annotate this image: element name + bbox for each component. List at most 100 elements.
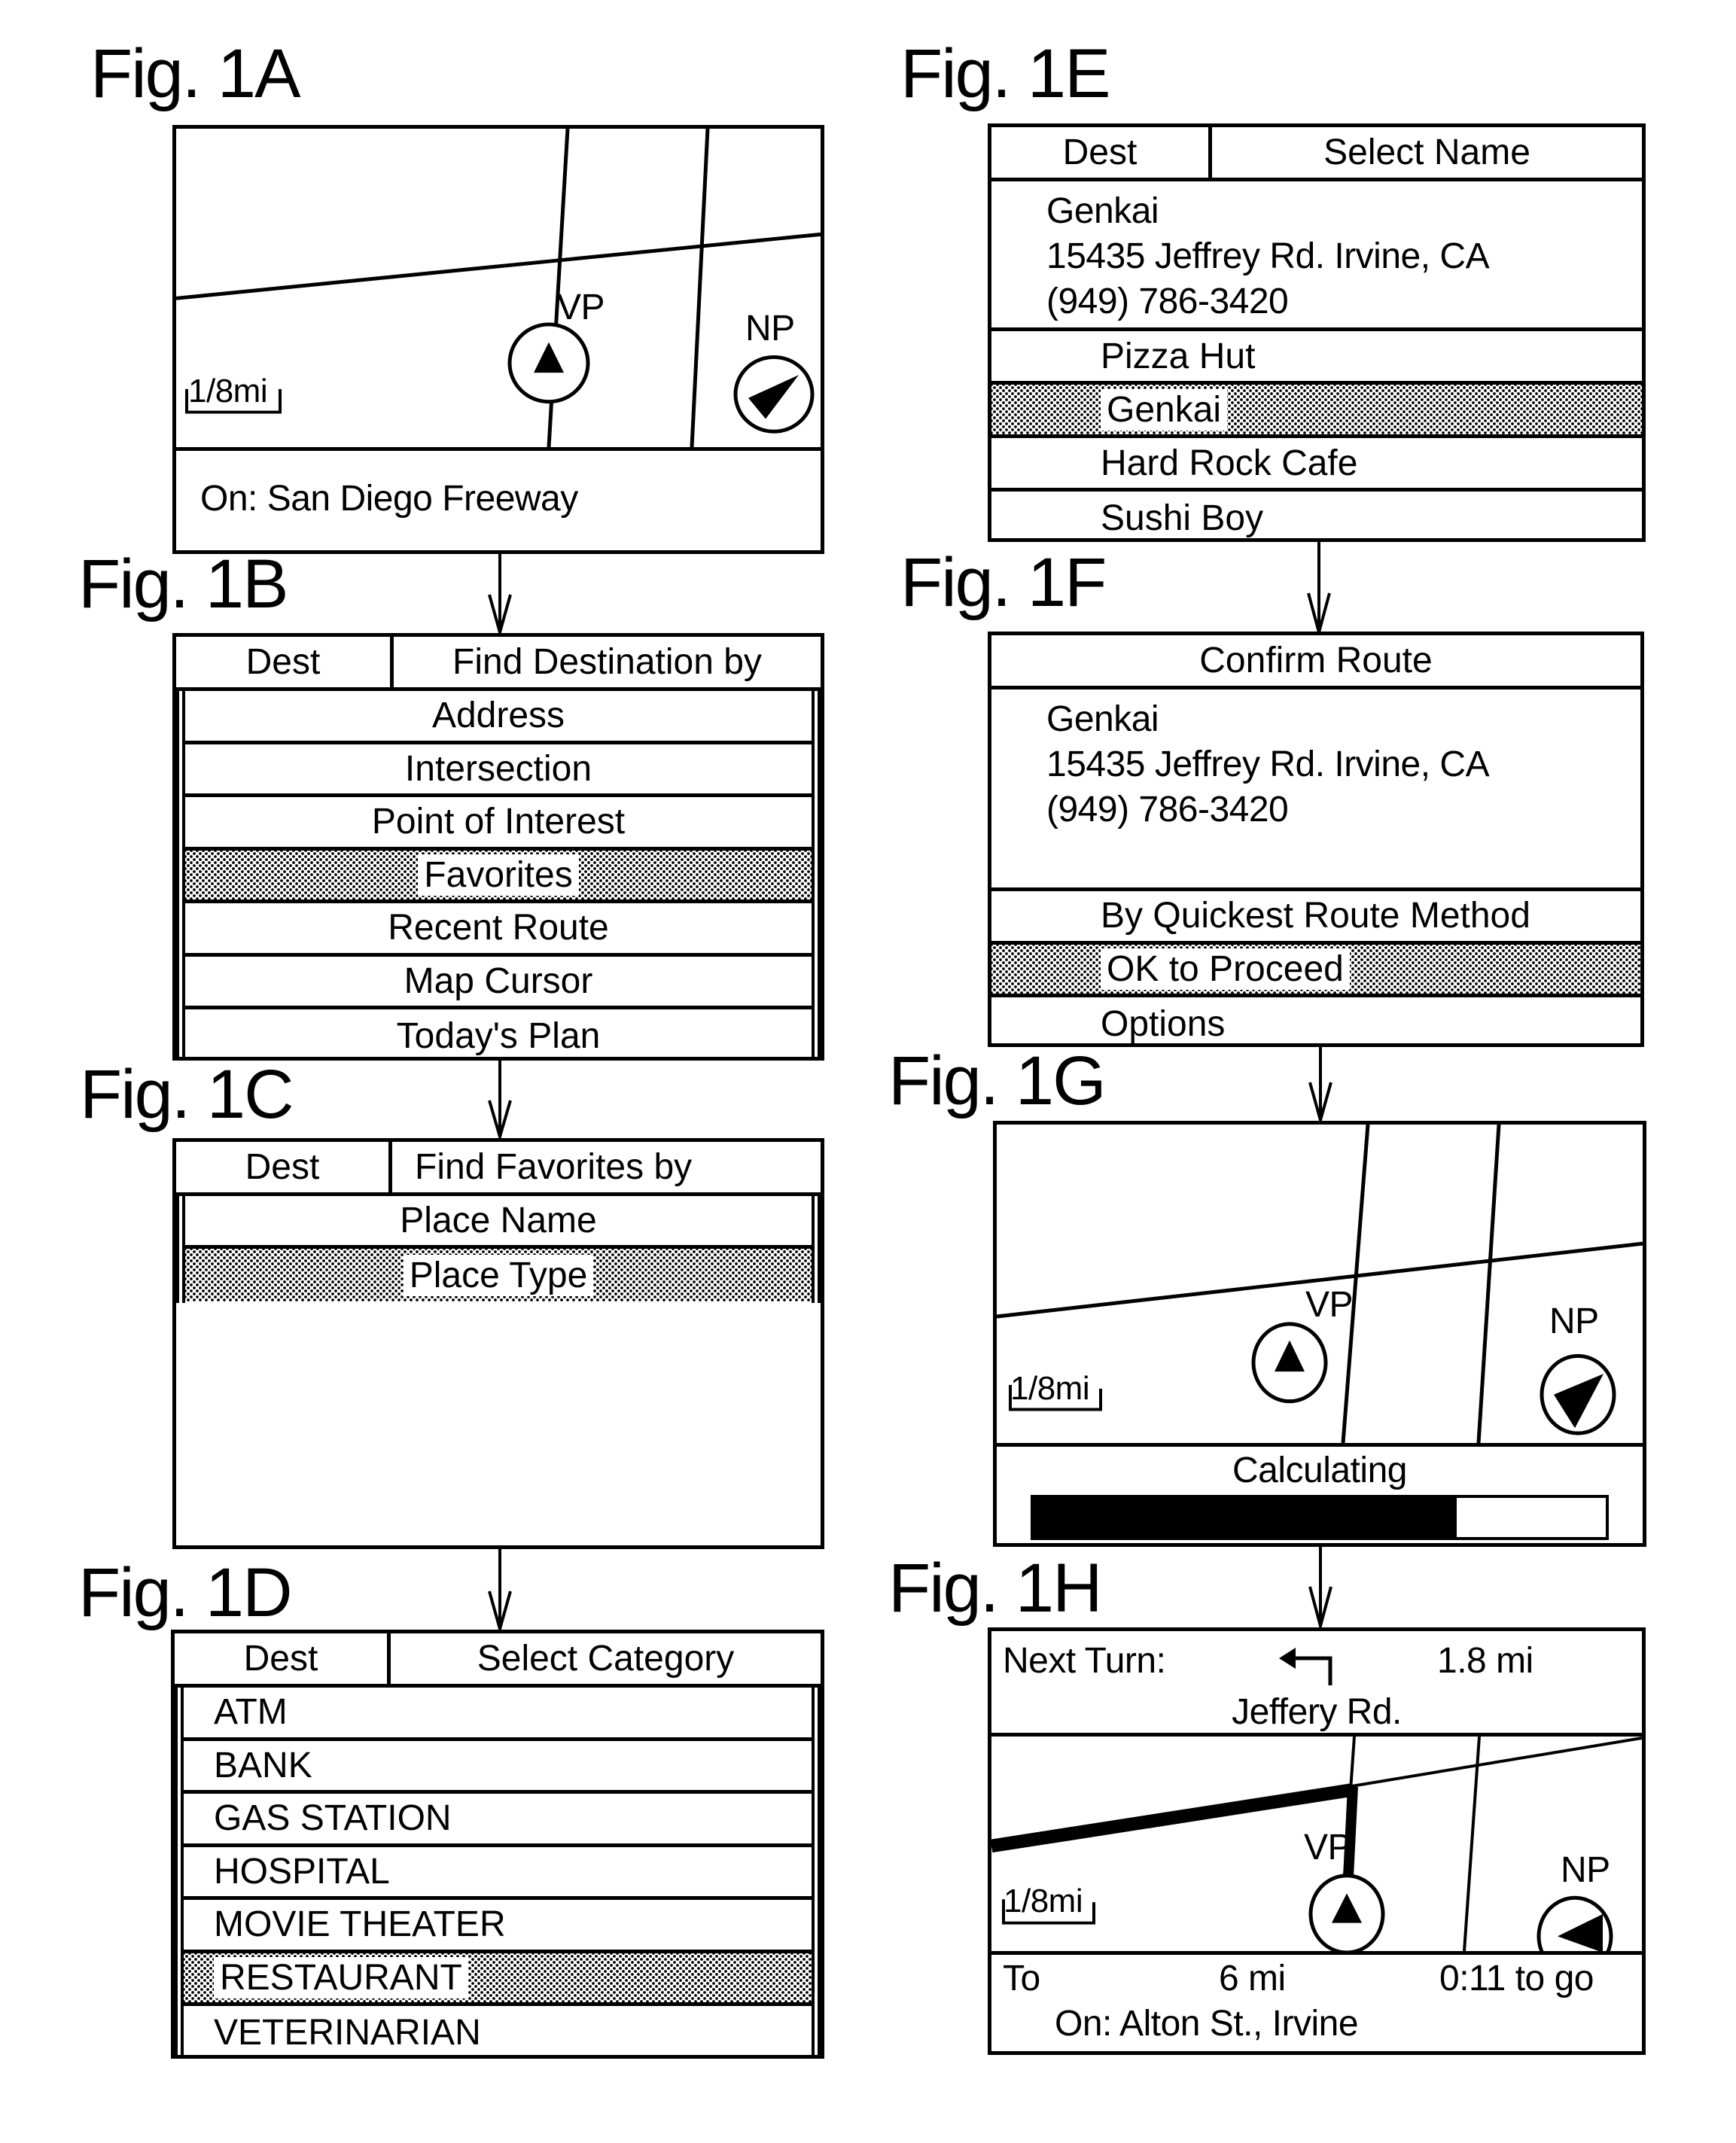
menu-item[interactable]: BANK — [184, 1741, 812, 1794]
menu-item[interactable]: RESTAURANT — [184, 1953, 812, 2006]
menu-item[interactable]: VETERINARIAN — [184, 2006, 812, 2059]
screen-title: Find Destination by — [452, 642, 762, 682]
north-pointer-label: NP — [1561, 1850, 1610, 1890]
destination-name: Genkai — [1046, 699, 1159, 739]
next-turn-street: Jeffery Rd. — [1232, 1692, 1402, 1732]
menu-item[interactable]: Intersection — [185, 744, 812, 797]
menu-item[interactable]: Point of Interest — [185, 797, 812, 851]
north-pointer-label: NP — [745, 309, 795, 349]
route-progress-bar — [1031, 1495, 1609, 1540]
figure-label-1h: Fig. 1H — [888, 1550, 1103, 1627]
menu-item-label: Pizza Hut — [1101, 336, 1256, 376]
menu-item[interactable]: Map Cursor — [185, 957, 812, 1009]
menu-item[interactable]: Today's Plan — [185, 1009, 812, 1063]
menu-item[interactable]: ATM — [184, 1688, 812, 1741]
fig1g-calculating-screen: VP NP 1/8mi Calculating — [993, 1121, 1646, 1547]
confirm-options-list: By Quickest Route Method OK to Proceed Opt… — [991, 891, 1640, 1044]
menu-item[interactable]: Place Type — [185, 1249, 812, 1301]
route-progress-fill — [1034, 1498, 1457, 1537]
fig1e-select-name-screen: Dest Select Name Genkai 15435 Jeffrey Rd… — [988, 123, 1646, 542]
menu-item-label: Intersection — [404, 748, 592, 789]
category-list: ATM BANK GAS STATION HOSPITAL MOVIE THEATER R… — [175, 1688, 821, 2055]
menu-item-label: OK to Proceed — [1101, 948, 1350, 990]
fig1h-guidance-screen: Next Turn: 1.8 mi Jeffery Rd. VP NP 1/8m… — [988, 1627, 1646, 2055]
menu-item-label: Map Cursor — [404, 960, 593, 1001]
menu-item[interactable]: Genkai — [991, 385, 1642, 438]
road-vertical — [690, 129, 710, 447]
next-turn-label: Next Turn: — [1003, 1641, 1166, 1681]
fig1a-map-screen: VP NP 1/8mi On: San Diego Freeway — [172, 125, 824, 554]
turn-left-arrow-icon — [1279, 1648, 1332, 1685]
menu-item[interactable]: Pizza Hut — [991, 331, 1642, 385]
poi-phone: (949) 786-3420 — [1046, 282, 1289, 321]
calculating-status: Calculating — [1232, 1450, 1407, 1490]
next-turn-distance: 1.8 mi — [1437, 1641, 1533, 1681]
menu-item-label: Place Name — [400, 1201, 597, 1240]
poi-detail: Genkai 15435 Jeffrey Rd. Irvine, CA (949… — [991, 181, 1642, 331]
north-pointer-label: NP — [1549, 1301, 1599, 1341]
figure-label-1f: Fig. 1F — [900, 544, 1107, 621]
next-turn-panel: Next Turn: 1.8 mi Jeffery Rd. — [991, 1631, 1642, 1737]
menu-item-label: VETERINARIAN — [214, 2012, 481, 2053]
menu-item[interactable]: OK to Proceed — [991, 944, 1640, 997]
flow-arrow — [1308, 1546, 1332, 1629]
name-list: Pizza Hut Genkai Hard Rock Cafe Sushi Boy — [991, 331, 1642, 538]
vehicle-position-label: VP — [557, 288, 605, 327]
menu-item[interactable]: GAS STATION — [184, 1794, 812, 1847]
dest-tab[interactable]: Dest — [991, 127, 1212, 178]
fig1c-menu-screen: Dest Find Favorites by Place Name Place T… — [172, 1138, 824, 1549]
map-view[interactable]: VP NP 1/8mi — [991, 1737, 1642, 1955]
figure-label-1g: Fig. 1G — [888, 1043, 1107, 1119]
road-vertical — [1463, 1737, 1481, 1951]
vehicle-position-label: VP — [1304, 1828, 1352, 1868]
destination-address: 15435 Jeffrey Rd. Irvine, CA — [1046, 744, 1490, 784]
figure-label-1e: Fig. 1E — [900, 35, 1110, 112]
menu-item-label: Today's Plan — [396, 1015, 601, 1056]
dest-tab[interactable]: Dest — [176, 1142, 392, 1192]
map-scale-label: 1/8mi — [188, 373, 268, 409]
figure-label-1b: Fig. 1B — [78, 546, 288, 623]
menu-item-label: Sushi Boy — [1101, 498, 1264, 538]
dest-tab[interactable]: Dest — [176, 637, 394, 687]
menu-item-label: ATM — [214, 1692, 288, 1733]
menu-item[interactable]: HOSPITAL — [184, 1847, 812, 1900]
find-favorites-list: Place Name Place Type — [176, 1196, 821, 1303]
map-view[interactable]: VP NP 1/8mi — [176, 129, 821, 451]
menu-item-label: Hard Rock Cafe — [1101, 443, 1358, 483]
road-horizontal — [176, 232, 821, 300]
road-vertical — [1476, 1125, 1501, 1443]
menu-item[interactable]: Hard Rock Cafe — [991, 438, 1642, 492]
menu-item[interactable]: Address — [185, 691, 812, 744]
flow-arrow — [488, 1548, 512, 1632]
menu-item[interactable]: Favorites — [185, 850, 812, 903]
menu-item[interactable]: By Quickest Route Method — [991, 891, 1640, 945]
menu-item-label: Options — [1101, 1003, 1226, 1044]
menu-item-label: BANK — [214, 1745, 312, 1785]
menu-item[interactable]: MOVIE THEATER — [184, 1900, 812, 1953]
find-destination-list: Address Intersection Point of Interest Favo… — [176, 691, 821, 1057]
fig1f-confirm-route-screen: Confirm Route Genkai 15435 Jeffrey Rd. I… — [988, 632, 1644, 1047]
map-scale-label: 1/8mi — [1010, 1370, 1090, 1407]
fig1b-menu-screen: Dest Find Destination by Address Intersec… — [172, 633, 824, 1061]
flow-arrow — [488, 1060, 512, 1140]
screen-title: Confirm Route — [1199, 641, 1433, 680]
menu-item-label: HOSPITAL — [214, 1851, 390, 1892]
map-scale-label: 1/8mi — [1004, 1883, 1083, 1919]
screen-title: Find Favorites by — [415, 1147, 693, 1187]
screen-title: Select Category — [477, 1639, 735, 1679]
destination-detail: Genkai 15435 Jeffrey Rd. Irvine, CA (949… — [991, 689, 1640, 891]
current-road: On: Alton St., Irvine — [1055, 2004, 1359, 2044]
menu-item-label: RESTAURANT — [214, 1956, 468, 1998]
flow-arrow — [488, 552, 512, 635]
map-view[interactable]: VP NP 1/8mi — [997, 1125, 1643, 1447]
menu-item[interactable]: Recent Route — [185, 903, 812, 957]
menu-item-label: Genkai — [1101, 388, 1228, 431]
remaining-distance: 6 mi — [1219, 1959, 1286, 1998]
dest-tab[interactable]: Dest — [175, 1633, 391, 1684]
menu-item-label: By Quickest Route Method — [1101, 896, 1530, 936]
menu-item[interactable]: Place Name — [185, 1196, 812, 1249]
vehicle-position-label: VP — [1305, 1285, 1354, 1325]
figure-label-1c: Fig. 1C — [80, 1056, 294, 1133]
menu-item[interactable]: Sushi Boy — [991, 492, 1642, 545]
screen-title: Select Name — [1323, 132, 1530, 172]
